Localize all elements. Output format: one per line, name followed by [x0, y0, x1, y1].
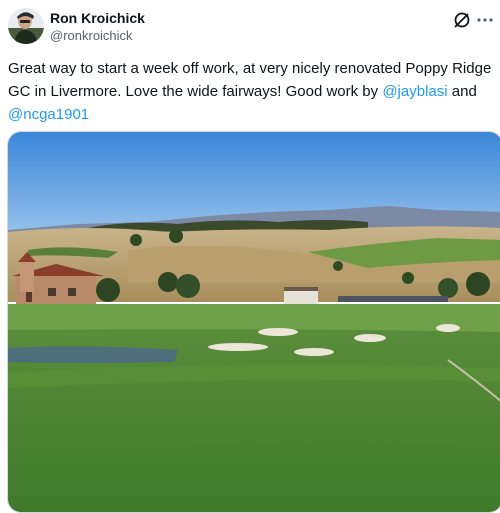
avatar[interactable]	[8, 8, 44, 44]
avatar-photo	[8, 8, 44, 44]
user-handle[interactable]: @ronkroichick	[50, 27, 145, 44]
display-name[interactable]: Ron Kroichick	[50, 10, 145, 27]
tweet-media[interactable]	[7, 131, 500, 513]
tweet-header: Ron Kroichick @ronkroichick	[8, 8, 496, 46]
golf-course-photo	[8, 132, 500, 512]
tweet-text: Great way to start a week off work, at v…	[8, 57, 498, 126]
tweet-post: Ron Kroichick @ronkroichick Great way to…	[0, 0, 500, 513]
mention-link-jayblasi[interactable]: @jayblasi	[382, 83, 447, 100]
name-block: Ron Kroichick @ronkroichick	[50, 10, 145, 44]
mention-link-ncga1901[interactable]: @ncga1901	[8, 106, 89, 123]
tweet-text-connector: and	[447, 83, 477, 100]
grok-icon[interactable]	[452, 10, 472, 30]
more-options-icon[interactable]	[476, 10, 494, 30]
